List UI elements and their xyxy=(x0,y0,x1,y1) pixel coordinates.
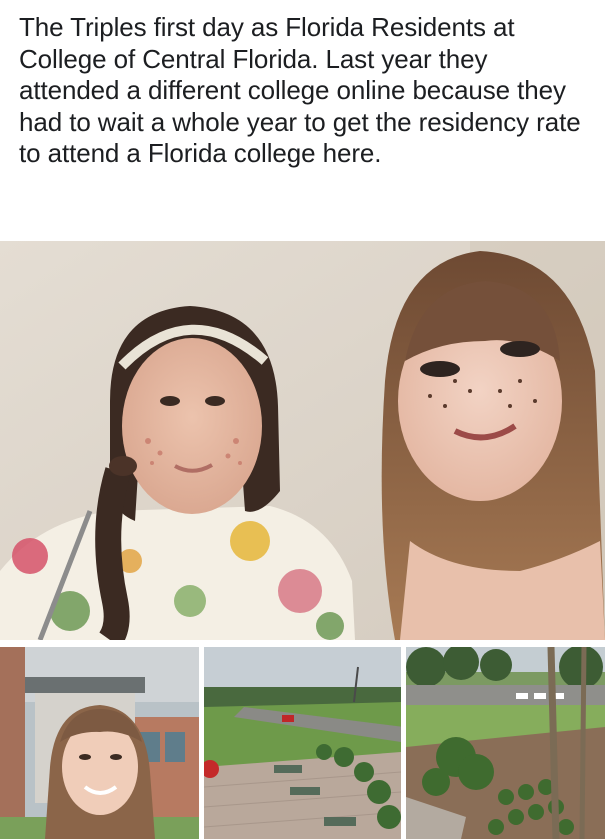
campus-selfie-image xyxy=(0,647,199,839)
courtyard-image xyxy=(204,647,401,839)
post-photo-thumbnail[interactable] xyxy=(406,647,605,839)
post-photo-thumbnail[interactable] xyxy=(204,647,401,839)
selfie-image xyxy=(0,241,605,640)
garden-image xyxy=(406,647,605,839)
post-photo-main[interactable] xyxy=(0,241,605,640)
post-caption: The Triples first day as Florida Residen… xyxy=(19,12,581,168)
post-photo-thumbnail[interactable] xyxy=(0,647,199,839)
